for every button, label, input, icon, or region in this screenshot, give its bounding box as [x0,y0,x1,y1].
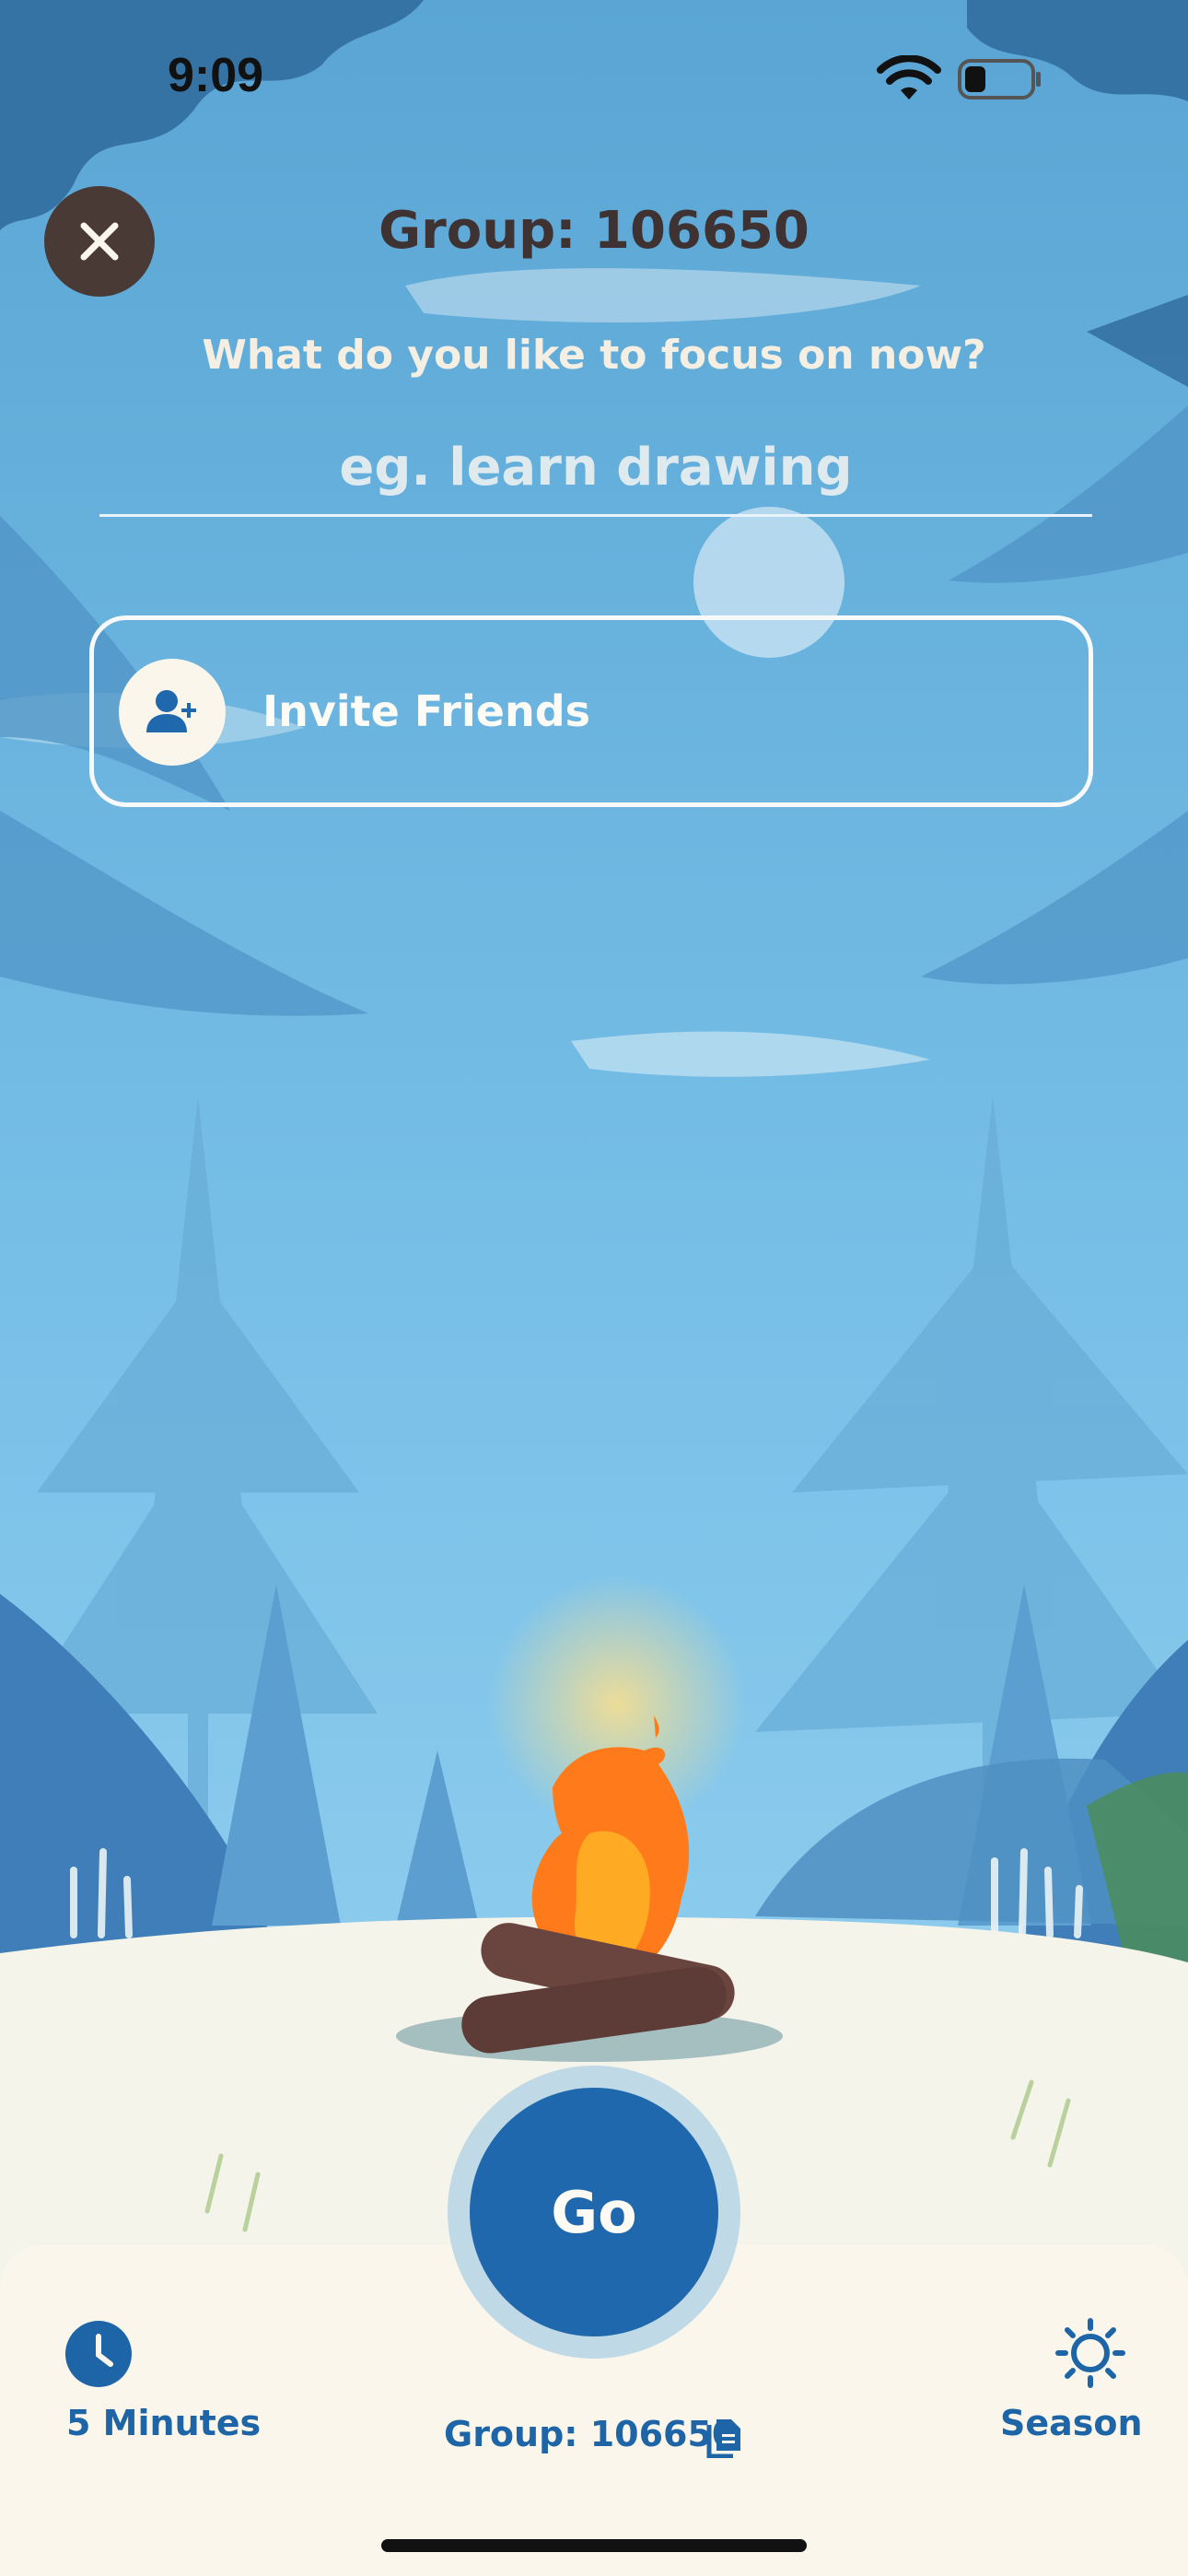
sun-icon[interactable] [1055,2318,1125,2388]
wifi-icon [877,55,941,100]
focus-prompt: What do you like to focus on now? [202,332,986,379]
group-code-label: Group: 106650 [444,2414,737,2454]
status-bar: 9:09 [0,0,1188,138]
invite-friends-label: Invite Friends [262,686,591,736]
copy-icon[interactable] [704,2412,744,2458]
home-indicator [381,2539,807,2552]
add-person-icon [146,690,196,732]
status-time: 9:09 [168,49,264,102]
go-button[interactable]: Go [470,2088,718,2336]
invite-avatar [119,659,226,766]
timer-label[interactable]: 5 Minutes [66,2403,261,2443]
group-title: Group: 106650 [379,201,809,261]
battery-icon [958,59,1041,100]
focus-input[interactable] [99,420,1092,517]
season-label[interactable]: Season [1000,2403,1143,2443]
clock-icon[interactable] [64,2320,133,2388]
invite-friends-button[interactable]: Invite Friends [89,615,1093,807]
